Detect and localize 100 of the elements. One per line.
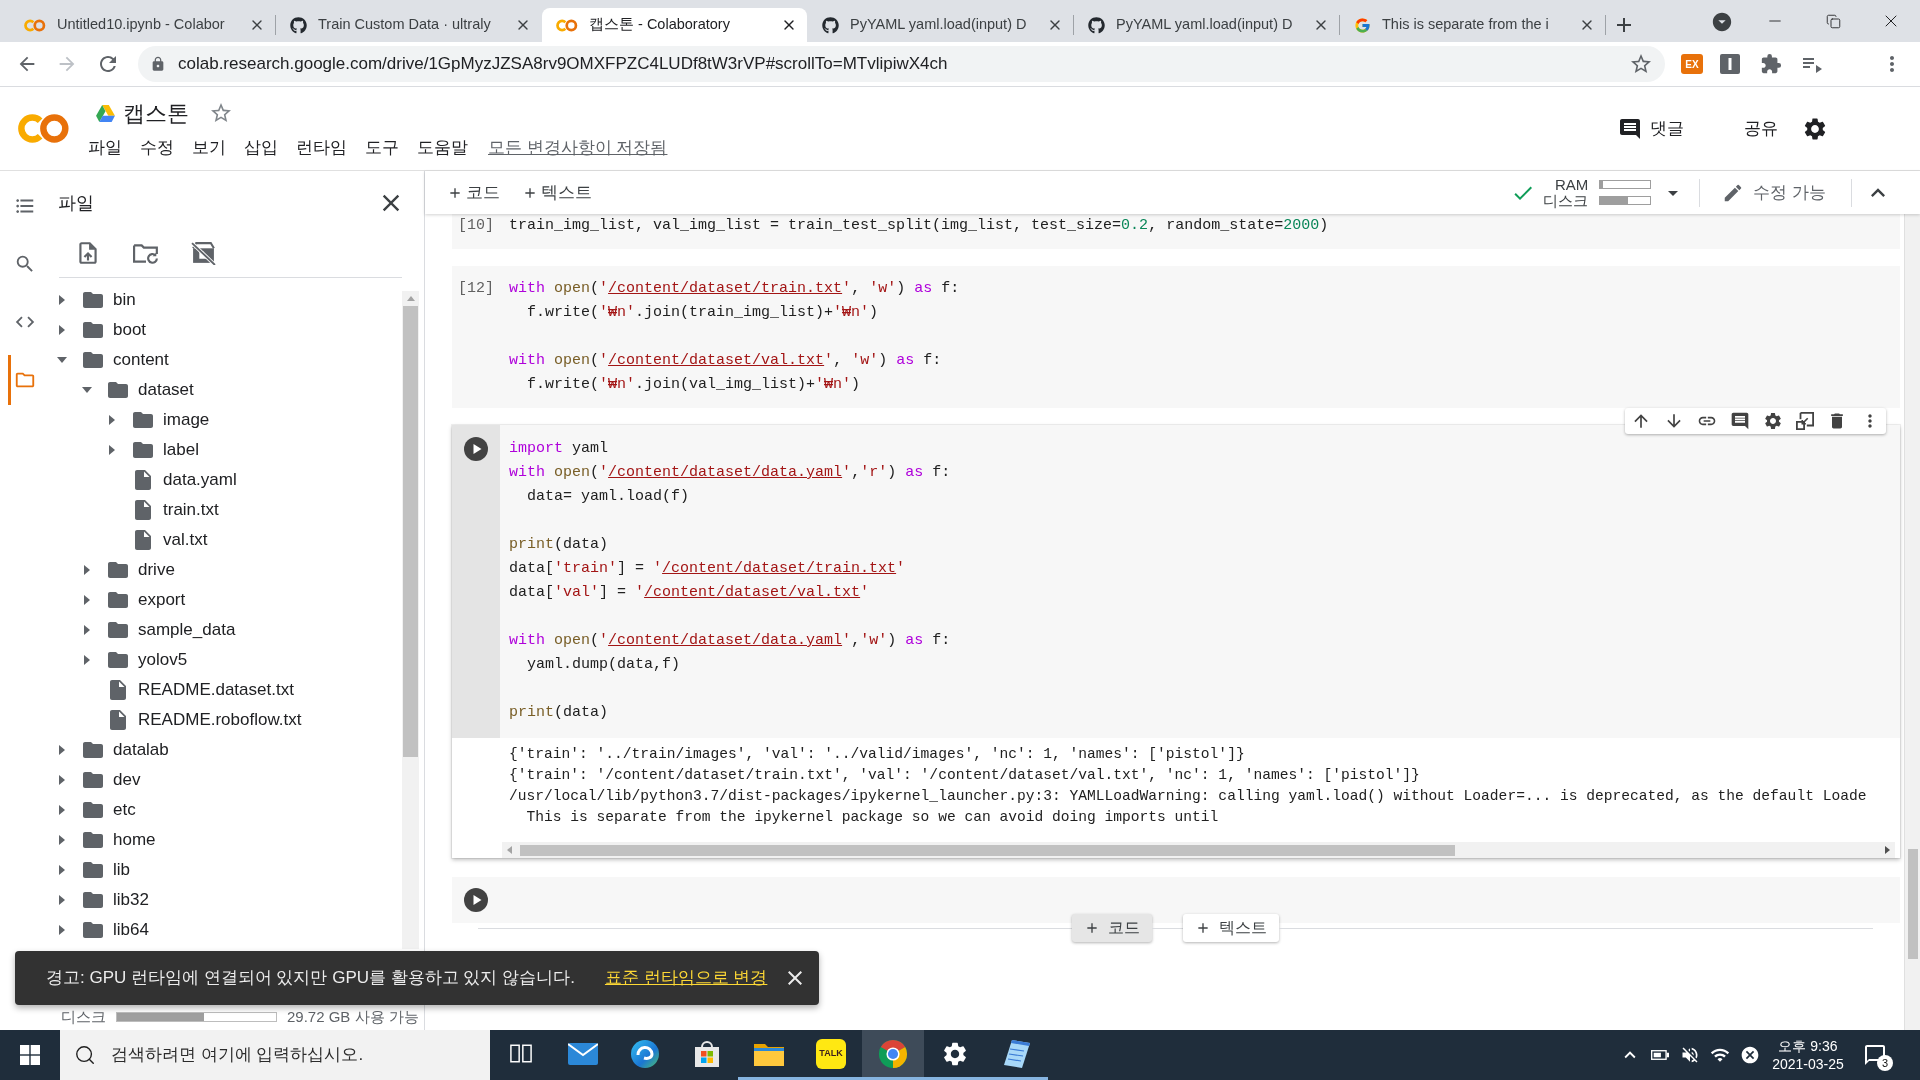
expand-arrow-icon[interactable] <box>59 835 65 845</box>
scroll-right-arrow-icon[interactable] <box>1885 846 1890 854</box>
menu-item[interactable]: 런타임 <box>296 135 347 161</box>
tree-item[interactable]: lib32 <box>54 885 153 915</box>
scrollbar-thumb[interactable] <box>1907 849 1918 959</box>
expand-arrow-icon[interactable] <box>84 625 90 635</box>
tree-item[interactable]: dataset <box>79 375 198 405</box>
tree-item[interactable]: data.yaml <box>104 465 241 495</box>
expand-arrow-icon[interactable] <box>109 445 115 455</box>
add-cell-button[interactable]: 텍스트 <box>518 176 596 209</box>
browser-tab[interactable]: Untitled10.ipynb - Colabor <box>10 8 275 42</box>
tree-item[interactable]: README.roboflow.txt <box>79 705 306 735</box>
battery-icon[interactable] <box>1651 1050 1669 1060</box>
browser-tab[interactable]: PyYAML yaml.load(input) D <box>1074 8 1339 42</box>
rings-logo-icon[interactable] <box>18 113 70 144</box>
output-line: {'train': '../train/images', 'val': '../valid/images', 'nc': 1, 'names': ['pistol']} <box>509 745 1245 764</box>
add-cell-button[interactable]: 코드 <box>443 176 504 209</box>
code-cell[interactable]: [12] with open('/content/dataset/train.txt', 'w') as f: f.write('₩n'.join(train_img_list)+'₩n') with open('/content/dataset/val.txt', 'w') as f: f.write('₩n'.join(val_img_list)+'₩n') <box>452 266 1900 408</box>
browser-tab[interactable]: 캡스톤 - Colaboratory <box>542 8 807 42</box>
slashed-drive-icon[interactable] <box>191 241 216 265</box>
collapse-arrow-icon[interactable] <box>57 357 67 363</box>
clock-date[interactable]: 2021-03-25 <box>1772 1055 1844 1073</box>
square-extension-icon[interactable] <box>1720 54 1740 74</box>
bookmark-star-icon[interactable] <box>1629 52 1653 76</box>
tree-item[interactable]: datalab <box>54 735 173 765</box>
tree-item[interactable]: image <box>104 405 214 435</box>
tree-item[interactable]: etc <box>54 795 140 825</box>
menu-item[interactable]: 보기 <box>192 135 226 161</box>
code-cell[interactable] <box>452 425 1900 858</box>
change-runtime-link[interactable]: 표준 런타임으로 변경 <box>604 965 768 991</box>
tree-item[interactable]: content <box>54 345 173 375</box>
scrollbar-thumb[interactable] <box>403 306 418 757</box>
tree-item[interactable]: boot <box>54 315 151 345</box>
menu-item[interactable]: 파일 <box>88 135 122 161</box>
menu-item[interactable]: 삽입 <box>244 135 278 161</box>
tab-search-icon[interactable] <box>1711 11 1733 33</box>
expand-arrow-icon[interactable] <box>84 565 90 575</box>
edit-mode-button[interactable]: 수정 가능 <box>1722 179 1826 206</box>
expand-arrow-icon[interactable] <box>59 775 65 785</box>
tree-item[interactable]: bin <box>54 285 140 315</box>
expand-arrow-icon[interactable] <box>84 655 90 665</box>
run-cell-icon[interactable] <box>464 888 488 912</box>
expand-arrow-icon[interactable] <box>59 325 65 335</box>
scrollbar-thumb[interactable] <box>520 844 1455 856</box>
expand-arrow-icon[interactable] <box>59 805 65 815</box>
output-line: /usr/local/lib/python3.7/dist-packages/ipykernel_launcher.py:3: YAMLLoadWarning: calling yaml.load() without Loader=... is deprecated, as the default Loade <box>509 787 1867 806</box>
tree-item[interactable]: label <box>104 435 203 465</box>
menu-item[interactable]: 수정 <box>140 135 174 161</box>
code-line: with open('/content/dataset/train.txt', 'w') as f: <box>509 279 960 299</box>
square-arrow-icon[interactable] <box>1796 412 1814 430</box>
save-status-link[interactable]: 모든 변경사항이 저장됨 <box>488 135 668 161</box>
comment-button[interactable]: 댓글 <box>1608 110 1694 147</box>
tree-item[interactable]: sample_data <box>79 615 240 645</box>
puzzle-icon[interactable] <box>1760 53 1782 75</box>
ram-label: RAM <box>1554 176 1589 193</box>
tree-item[interactable]: val.txt <box>104 525 212 555</box>
tree-item[interactable]: dev <box>54 765 145 795</box>
address-field[interactable]: colab.research.google.com/drive/1GpMyzJZSA8rv9OMXFPZC4LUDf8tW3rVP#scrollTo=MTvlipiwX4ch <box>138 46 1665 82</box>
code-cell[interactable]: [10] train_img_list, val_img_list = train_test_split(img_list, test_size=0.2, random_state=2000) <box>452 214 1900 249</box>
add-cell-button[interactable]: 코드 <box>1072 914 1152 942</box>
browser-tab[interactable]: Train Custom Data · ultraly <box>276 8 541 42</box>
tree-item[interactable]: lib <box>54 855 134 885</box>
expand-arrow-icon[interactable] <box>59 865 65 875</box>
muted-speaker-icon[interactable] <box>1680 1045 1700 1065</box>
expand-arrow-icon[interactable] <box>59 295 65 305</box>
tree-item[interactable]: train.txt <box>104 495 223 525</box>
menu-item[interactable]: 도움말 <box>417 135 468 161</box>
tree-item[interactable]: drive <box>79 555 179 585</box>
tree-item[interactable]: lib64 <box>54 915 153 945</box>
star-icon[interactable] <box>209 101 233 125</box>
expand-arrow-icon[interactable] <box>59 745 65 755</box>
folder-refresh-icon[interactable] <box>133 242 159 264</box>
settings-icon[interactable] <box>1763 411 1783 431</box>
expand-arrow-icon[interactable] <box>84 595 90 605</box>
menu-item[interactable]: 도구 <box>365 135 399 161</box>
tree-item[interactable]: home <box>54 825 160 855</box>
browser-tab[interactable]: PyYAML yaml.load(input) D <box>808 8 1073 42</box>
tree-item[interactable]: export <box>79 585 190 615</box>
plus-icon <box>1195 920 1211 936</box>
clock-time[interactable]: 오후 9:36 <box>1778 1037 1838 1055</box>
tree-item[interactable]: yolov5 <box>79 645 192 675</box>
run-cell-icon[interactable] <box>464 437 488 461</box>
comment-icon <box>1618 116 1642 141</box>
taskbar-search-field[interactable]: 검색하려면 여기에 입력하십시오. <box>60 1030 490 1080</box>
expand-arrow-icon[interactable] <box>109 415 115 425</box>
execution-count: [12] <box>458 279 494 299</box>
comment-icon[interactable] <box>1730 411 1750 431</box>
notebook-title[interactable]: 캡스톤 <box>123 96 189 130</box>
add-cell-button[interactable]: 텍스트 <box>1183 914 1279 942</box>
collapse-arrow-icon[interactable] <box>82 387 92 393</box>
browser-tab[interactable]: This is separate from the i <box>1340 8 1605 42</box>
code-line: import yaml <box>509 439 609 459</box>
expand-arrow-icon[interactable] <box>59 925 65 935</box>
expand-arrow-icon[interactable] <box>59 895 65 905</box>
share-button[interactable]: 공유 <box>1727 110 1795 147</box>
restore-icon[interactable] <box>1825 13 1841 29</box>
code-cell[interactable] <box>452 877 1900 923</box>
tree-item[interactable]: README.dataset.txt <box>79 675 298 705</box>
four-pane-logo-icon[interactable] <box>20 1045 40 1065</box>
tricolor-circle-logo-icon <box>878 1038 908 1069</box>
